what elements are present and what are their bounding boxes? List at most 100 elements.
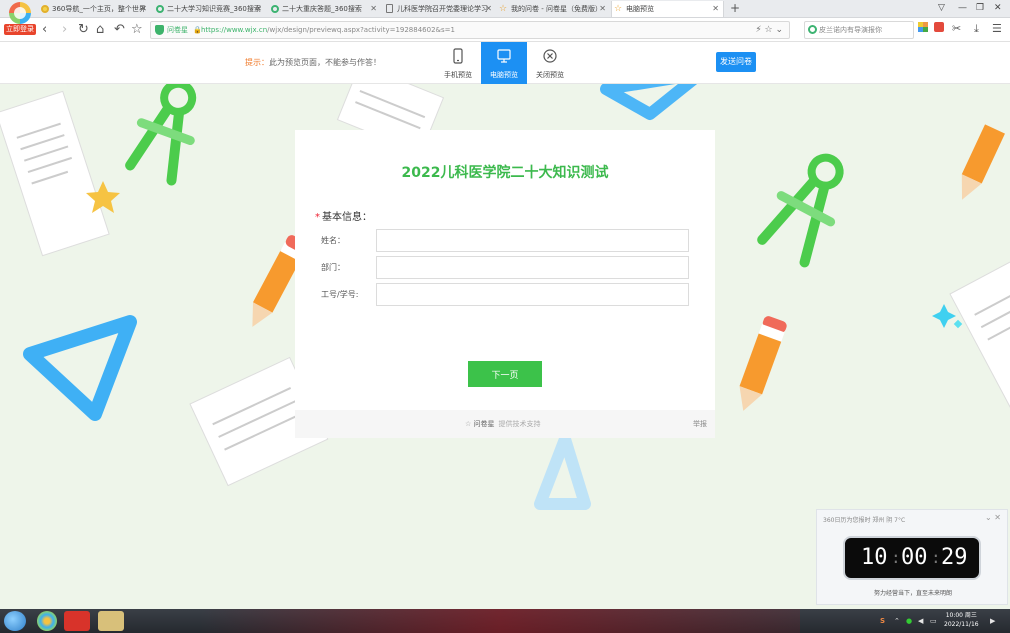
tab-title: 我的问卷 - 问卷星（免费版） — [511, 5, 602, 13]
undo-close-button[interactable]: ↶ — [114, 20, 125, 40]
clock-controls[interactable]: ⌄ ✕ — [985, 513, 1001, 522]
game-icon[interactable] — [934, 22, 944, 32]
star-icon: ☆ — [465, 420, 472, 428]
mode-label: 手机预览 — [444, 71, 472, 79]
browser-logo-icon — [9, 2, 31, 24]
department-input[interactable] — [376, 256, 689, 279]
powered-by: ☆ 问卷星 提供技术支持 — [465, 410, 541, 438]
security-shield-icon — [155, 25, 164, 35]
address-bar: ‹ › ↻ ⌂ ↶ ☆ 问卷星 🔒 https://www.wjx.cn/wjx… — [0, 18, 1010, 42]
taskbar-highlight — [200, 609, 800, 633]
network-icon[interactable]: ▭ — [930, 609, 937, 633]
search-engine-icon — [156, 5, 164, 13]
clock-seconds: 29 — [941, 545, 968, 570]
preview-hint: 提示：此为预览页面，不能参与作答！ — [245, 57, 381, 68]
globe-icon — [41, 5, 49, 13]
taskbar-date: 2022/11/16 — [944, 621, 979, 628]
id-input[interactable] — [376, 283, 689, 306]
clock-face: 10 : 00 : 29 — [843, 536, 981, 580]
clock-motto: 努力经营当下，直至未来明朗 — [873, 590, 952, 597]
close-preview-button[interactable]: 关闭预览 — [527, 42, 573, 84]
browser-taskbar-icon[interactable] — [37, 611, 57, 631]
favorite-star-button[interactable]: ☆ — [131, 20, 143, 40]
tab-my-surveys[interactable]: ☆ 我的问卷 - 问卷星（免费版） ✕ — [497, 1, 610, 17]
scissors-icon[interactable]: ✂ — [952, 19, 961, 39]
menu-icon[interactable]: ☰ — [992, 19, 1002, 39]
close-tab-icon[interactable]: ✕ — [370, 1, 377, 17]
clock-widget: 360日历为您报时 郑州 阴 7°C ⌄ ✕ 10 : 00 : 29 努力经营… — [816, 509, 1008, 605]
section-label: 基本信息： — [322, 212, 372, 223]
send-survey-button[interactable]: 发送问卷 — [716, 52, 756, 72]
tab-search-1[interactable]: 二十大学习知识竞赛_360搜索 ✕ — [153, 1, 266, 17]
hint-prefix: 提示： — [245, 58, 269, 67]
wechat-icon[interactable]: ● — [906, 609, 912, 633]
show-desktop-icon[interactable]: ▶ — [990, 609, 995, 633]
home-button[interactable]: ⌂ — [96, 20, 104, 40]
close-tab-icon[interactable]: ✕ — [712, 1, 719, 17]
maximize-button[interactable]: ❐ — [976, 0, 984, 17]
browser-logo[interactable]: 立即登录 — [4, 2, 36, 35]
reload-button[interactable]: ↻ — [78, 20, 89, 40]
star-icon: ☆ — [614, 4, 623, 14]
preview-toolbar: 提示：此为预览页面，不能参与作答！ 手机预览 电脑预览 关闭预览 发送问卷 — [0, 42, 1010, 84]
name-input[interactable] — [376, 229, 689, 252]
site-badge: 问卷星 — [167, 26, 188, 34]
report-link[interactable]: 举报 — [693, 410, 707, 438]
explorer-taskbar-icon[interactable] — [98, 611, 124, 631]
start-button[interactable] — [4, 611, 26, 631]
star-icon: ☆ — [499, 4, 508, 14]
tab-title: 360导航_一个主页，整个世界 — [52, 5, 146, 13]
mode-label: 关闭预览 — [536, 71, 564, 79]
footer-tech: 提供技术支持 — [498, 420, 541, 428]
department-field-row: 部门： — [321, 256, 691, 280]
id-label: 工号/学号: — [321, 290, 359, 299]
new-tab-button[interactable]: + — [730, 0, 740, 17]
tab-title: 二十大学习知识竞赛_360搜索 — [167, 5, 261, 13]
close-tab-icon[interactable]: ✕ — [599, 1, 606, 17]
volume-icon[interactable]: ◀ — [918, 609, 923, 633]
survey-title: 2022儿科医学院二十大知识测试 — [401, 165, 609, 181]
minimize-button[interactable]: — — [958, 0, 967, 17]
close-tab-icon[interactable]: ✕ — [485, 1, 492, 17]
close-circle-icon — [543, 49, 557, 63]
clock-separator: : — [891, 548, 901, 567]
tab-title: 电脑预览 — [626, 5, 654, 13]
clock-header: 360日历为您报时 郑州 阴 7°C — [823, 517, 906, 524]
wps-taskbar-icon[interactable] — [64, 611, 90, 631]
login-button[interactable]: 立即登录 — [4, 24, 36, 35]
clock-minutes: 00 — [901, 545, 928, 570]
taskbar-clock[interactable]: 10:00 周三 2022/11/16 — [944, 611, 979, 629]
close-tab-icon[interactable]: ✕ — [140, 1, 147, 17]
document-icon — [386, 4, 393, 13]
tab-document[interactable]: 儿科医学院召开党委理论学习 ✕ — [383, 1, 496, 17]
id-field-row: 工号/学号: — [321, 283, 691, 307]
input-method-icon[interactable]: S — [880, 609, 885, 633]
next-page-button[interactable]: 下一页 — [468, 361, 542, 387]
hint-text: 此为预览页面，不能参与作答！ — [269, 58, 381, 67]
section-heading: * 基本信息： — [315, 208, 372, 223]
required-mark: * — [315, 212, 320, 223]
name-label: 姓名： — [321, 236, 345, 245]
search-placeholder: 皮兰诺内有导演报你 — [819, 26, 882, 34]
mobile-preview-button[interactable]: 手机预览 — [435, 42, 481, 84]
download-icon[interactable]: ⤓ — [974, 19, 979, 39]
forward-button[interactable]: › — [62, 20, 67, 40]
back-button[interactable]: ‹ — [42, 20, 47, 40]
close-window-button[interactable]: ✕ — [994, 0, 1002, 17]
survey-card: 2022儿科医学院二十大知识测试 * 基本信息： 姓名： 部门： 工号/学号: 下… — [295, 130, 715, 438]
monitor-icon — [497, 49, 511, 63]
tray-chevron-icon[interactable]: ⌃ — [894, 609, 900, 633]
footer-brand[interactable]: 问卷星 — [474, 420, 495, 428]
apps-icon[interactable] — [918, 22, 928, 32]
tab-360-nav[interactable]: 360导航_一个主页，整个世界 ✕ — [38, 1, 151, 17]
skin-button[interactable]: ▽ — [938, 0, 945, 17]
tab-pc-preview[interactable]: ☆ 电脑预览 ✕ — [611, 1, 724, 17]
url-tools[interactable]: ⚡ ☆ ⌄ — [755, 22, 783, 38]
tab-search-2[interactable]: 二十大重庆答题_360搜索 ✕ — [268, 1, 381, 17]
browser-tab-bar: 立即登录 360导航_一个主页，整个世界 ✕ 二十大学习知识竞赛_360搜索 ✕… — [0, 0, 1010, 35]
url-field[interactable]: 问卷星 🔒 https://www.wjx.cn/wjx/design/prev… — [150, 21, 790, 39]
close-tab-icon[interactable]: ✕ — [255, 1, 262, 17]
phone-icon — [453, 48, 463, 64]
pc-preview-button[interactable]: 电脑预览 — [481, 42, 527, 84]
search-input[interactable]: 皮兰诺内有导演报你 ⌕ — [804, 21, 929, 39]
